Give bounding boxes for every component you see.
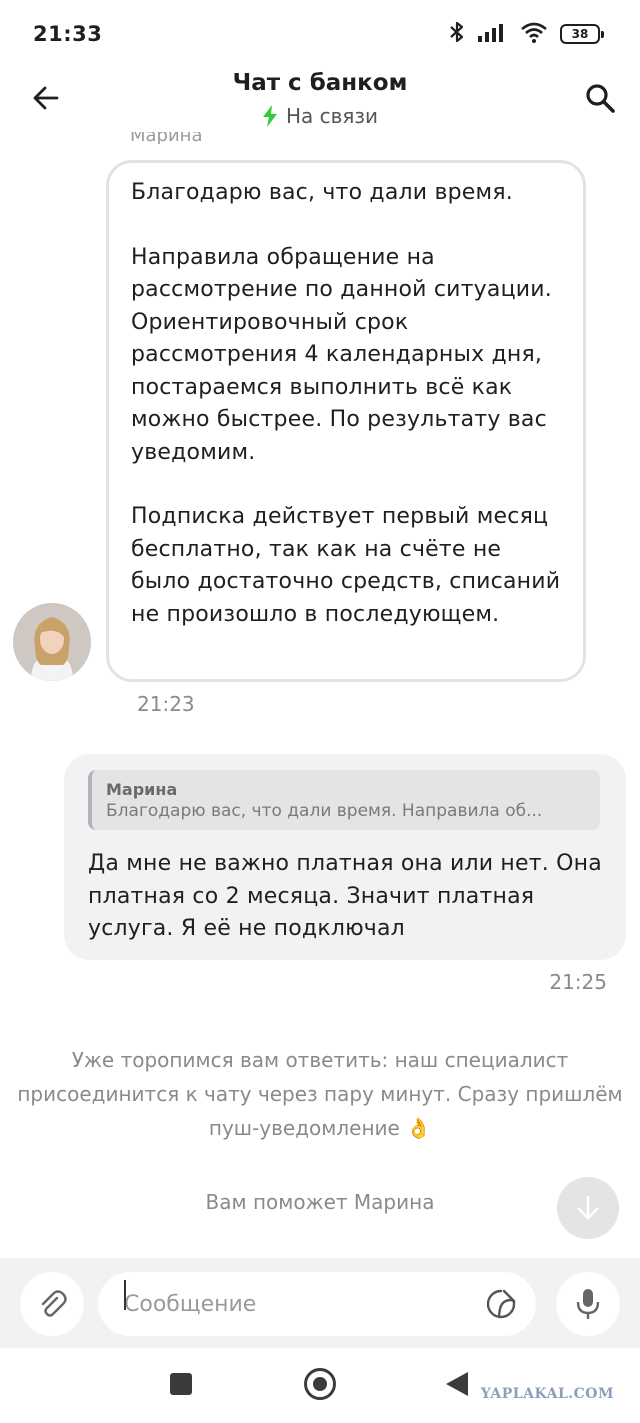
- connection-status: На связи: [0, 104, 640, 128]
- status-bar: 21:33 38: [0, 0, 640, 68]
- battery-icon: 38: [560, 24, 604, 44]
- wifi-icon: [520, 21, 548, 47]
- outgoing-message-bubble[interactable]: Марина Благодарю вас, что дали время. На…: [64, 754, 626, 960]
- message-composer: [0, 1258, 640, 1348]
- status-icons: 38: [448, 20, 604, 48]
- sender-name: Марина: [130, 132, 203, 144]
- signal-icon: [478, 22, 508, 46]
- page-title: Чат с банком: [232, 70, 408, 96]
- avatar[interactable]: [13, 603, 91, 681]
- quoted-sender: Марина: [106, 780, 178, 799]
- message-paragraph: Подписка действует первый месяц бесплатн…: [131, 504, 561, 627]
- paperclip-icon: [41, 1290, 67, 1317]
- microphone-icon: [576, 1289, 600, 1319]
- message-paragraph: Направила обращение на рассмотрение по д…: [131, 244, 552, 465]
- attach-button[interactable]: [20, 1272, 84, 1336]
- watermark: YAPLAKAL.COM: [480, 1386, 614, 1402]
- microphone-button[interactable]: [556, 1272, 620, 1336]
- status-time: 21:33: [33, 22, 103, 46]
- arrow-down-icon: [577, 1195, 599, 1220]
- recent-apps-button[interactable]: [170, 1373, 192, 1395]
- sticker-button[interactable]: [484, 1287, 518, 1321]
- connection-status-label: На связи: [285, 104, 379, 128]
- scroll-down-button[interactable]: [557, 1177, 619, 1239]
- chat-header: Чат с банком На связи: [0, 68, 640, 136]
- incoming-message-bubble[interactable]: Благодарю вас, что дали время. Направила…: [106, 160, 586, 682]
- message-paragraph: Благодарю вас, что дали время.: [131, 180, 513, 205]
- message-time: 21:25: [549, 970, 607, 994]
- message-time: 21:23: [137, 692, 195, 716]
- quoted-message[interactable]: Марина Благодарю вас, что дали время. На…: [88, 770, 600, 830]
- sticker-icon: [486, 1289, 516, 1319]
- home-button[interactable]: [304, 1368, 336, 1400]
- text-cursor: [124, 1280, 126, 1310]
- quoted-text: Благодарю вас, что дали время. Направила…: [106, 801, 543, 821]
- operator-assigned-message: Вам поможет Марина: [205, 1190, 435, 1214]
- search-button[interactable]: [582, 80, 618, 116]
- message-text: Да мне не важно платная она или нет. Она…: [88, 851, 602, 941]
- lightning-icon: [262, 105, 277, 127]
- system-navigation-bar: YAPLAKAL.COM: [0, 1348, 640, 1423]
- bluetooth-icon: [448, 20, 466, 48]
- system-message: Уже торопимся вам ответить: наш специали…: [17, 1048, 623, 1140]
- search-icon: [586, 84, 615, 113]
- system-back-button[interactable]: [446, 1372, 468, 1396]
- message-input-wrapper: [98, 1272, 536, 1336]
- message-input[interactable]: [124, 1272, 464, 1336]
